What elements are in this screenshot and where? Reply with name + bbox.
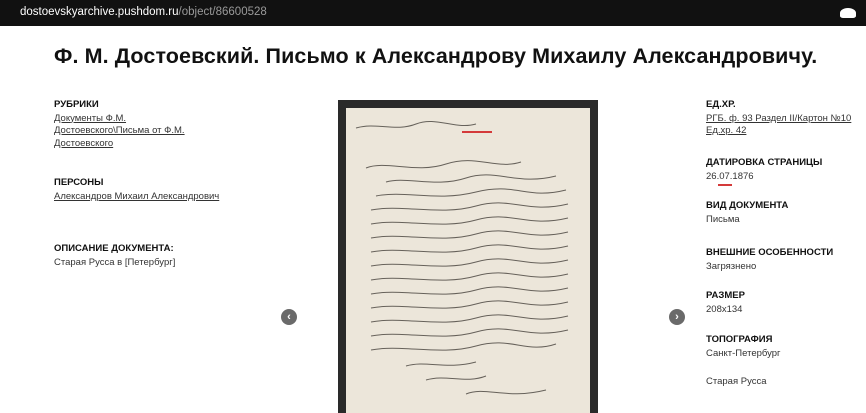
persons-section: ПЕРСОНЫ Александров Михаил Александрович [54, 177, 274, 203]
date-section: ДАТИРОВКА СТРАНИЦЫ 26.07.1876 [706, 157, 866, 183]
chevron-left-icon[interactable]: ‹ [281, 309, 297, 325]
address-bar: dostoevskyarchive.pushdom.ru/object/8660… [0, 0, 866, 26]
topo-label: ТОПОГРАФИЯ [706, 334, 773, 345]
features-value: Загрязнено [706, 260, 757, 272]
rubriki-line: Документы Ф.М. [54, 112, 127, 124]
description-section: ОПИСАНИЕ ДОКУМЕНТА: Старая Русса в [Пете… [54, 243, 274, 269]
persons-link[interactable]: Александров Михаил Александрович [54, 191, 274, 204]
features-section: ВНЕШНИЕ ОСОБЕННОСТИ Загрязнено [706, 247, 866, 273]
description-value: Старая Русса в [Петербург] [54, 256, 176, 268]
date-highlight-mark [462, 131, 492, 133]
chevron-right-icon[interactable]: › [669, 309, 685, 325]
doctype-section: ВИД ДОКУМЕНТА Письма [706, 200, 866, 226]
date-value: 26.07.1876 [706, 170, 754, 182]
date-label: ДАТИРОВКА СТРАНИЦЫ [706, 157, 823, 168]
page-title: Ф. М. Достоевский. Письмо к Александрову… [54, 44, 818, 68]
rubriki-section: РУБРИКИ Документы Ф.М. Достоевского\Пись… [54, 99, 254, 150]
features-label: ВНЕШНИЕ ОСОБЕННОСТИ [706, 247, 834, 258]
description-label: ОПИСАНИЕ ДОКУМЕНТА: [54, 243, 174, 254]
rubriki-label: РУБРИКИ [54, 99, 99, 110]
date-value-highlight [718, 184, 732, 186]
edhr-link[interactable]: РГБ. ф. 93 Раздел II/Картон №10 Ед.хр. 4… [706, 113, 866, 138]
topo-section: ТОПОГРАФИЯ Санкт-Петербург Старая Русса [706, 334, 866, 389]
rubriki-link[interactable]: Документы Ф.М. Достоевского\Письма от Ф.… [54, 113, 254, 151]
topo-extra: Старая Русса [706, 376, 767, 387]
extension-icon[interactable] [840, 8, 856, 18]
url-text[interactable]: dostoevskyarchive.pushdom.ru/object/8660… [20, 6, 267, 18]
rubriki-line: Достоевского\Письма от Ф.М. [54, 125, 185, 136]
document-image[interactable] [338, 100, 598, 413]
edhr-label: ЕД.ХР. [706, 99, 736, 110]
persons-label: ПЕРСОНЫ [54, 177, 104, 188]
rubriki-line: Достоевского [54, 137, 114, 149]
doctype-value: Письма [706, 213, 740, 225]
edhr-section: ЕД.ХР. РГБ. ф. 93 Раздел II/Картон №10 Е… [706, 99, 866, 138]
url-path: /object/86600528 [178, 6, 267, 18]
handwriting-illustration [355, 120, 569, 395]
letter-scan [346, 108, 590, 413]
topo-value: Санкт-Петербург [706, 347, 781, 359]
edhr-line: Ед.хр. 42 [706, 125, 747, 136]
size-value: 208x134 [706, 303, 743, 315]
edhr-line: РГБ. ф. 93 Раздел II/Картон №10 [706, 112, 852, 124]
doctype-label: ВИД ДОКУМЕНТА [706, 200, 789, 211]
size-section: РАЗМЕР 208x134 [706, 290, 866, 316]
url-host: dostoevskyarchive.pushdom.ru [20, 6, 179, 18]
size-label: РАЗМЕР [706, 290, 745, 301]
